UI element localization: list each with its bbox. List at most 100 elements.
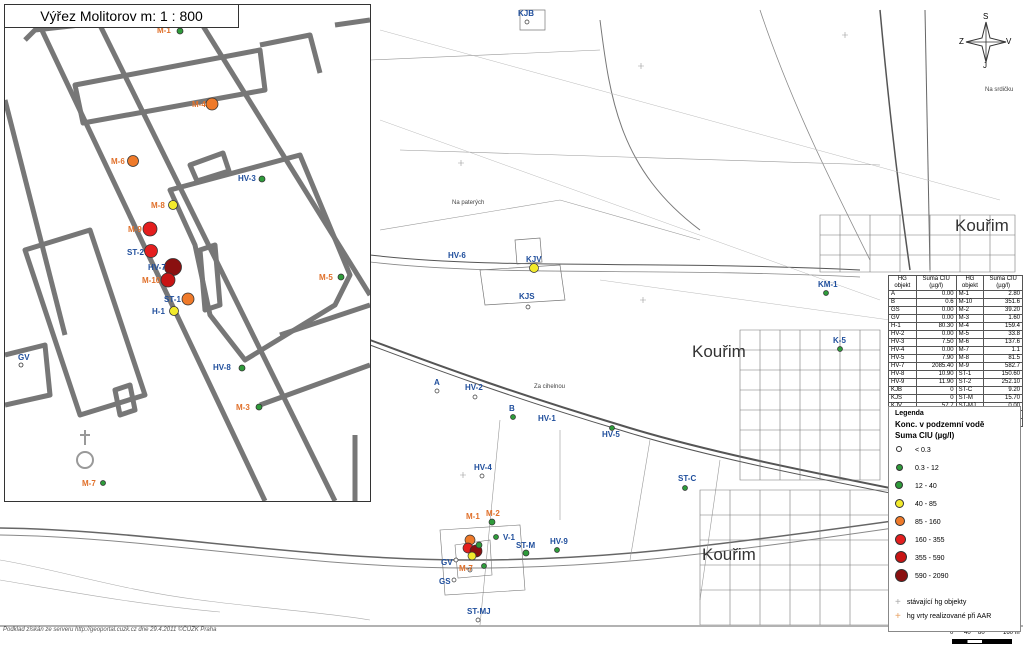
table-cell: 150.60 [983, 370, 1023, 379]
footer-source: Podklad získán ze serveru http://geoport… [3, 627, 217, 633]
table-cell: 0 [915, 386, 957, 395]
legend-dot-icon [895, 516, 905, 526]
map-label: KJB [518, 9, 535, 18]
inset-point-GV [18, 362, 24, 368]
table-cell: M-4 [955, 322, 985, 331]
table-cell: 137.6 [983, 338, 1023, 347]
table-row: HV-4 0.00 M-7 1.1 [888, 346, 1023, 355]
inset-label: M-4 [192, 100, 206, 109]
legend-class-label: 160 - 355 [915, 536, 945, 544]
map-label: KM-1 [818, 280, 838, 289]
inset-label: M-7 [82, 479, 96, 488]
inset-label: M-10 [142, 276, 161, 285]
legend-swatch [895, 463, 909, 473]
legend-new-label: hg vrty realizované při AAR [906, 612, 992, 620]
inset-point-HV-3 [258, 175, 266, 183]
legend-class: 12 - 40 [895, 481, 937, 491]
map-label: HV-5 [602, 430, 620, 439]
inset-point-ST-1 [181, 292, 195, 306]
legend-class: 590 - 2090 [895, 568, 949, 582]
table-row: HV-2 0.00 M-5 33.8 [888, 330, 1023, 339]
map-label: KJS [519, 292, 535, 301]
legend-class: 85 - 160 [895, 516, 941, 527]
map-label: ST-M [516, 541, 536, 550]
map-label: HV-1 [538, 414, 556, 423]
map-label: ST-MJ [467, 607, 491, 616]
legend-class-label: 355 - 590 [915, 554, 945, 562]
inset-label: M-8 [151, 201, 165, 210]
table-cell: GS [888, 306, 917, 315]
scale-bar-graphic [952, 639, 1012, 644]
inset-point-M-4 [205, 97, 219, 111]
table-row: H-1 80.30 M-4 159.4 [888, 322, 1023, 331]
table-cell: H-1 [888, 322, 917, 331]
legend-swatch [895, 481, 909, 491]
inset-map[interactable]: Výřez Molitorov m: 1 : 800 M-1 M-4 M-6 H… [4, 4, 371, 502]
legend-class: < 0.3 [895, 445, 931, 455]
table-row: HV-7 2085.40 M-9 582.7 [888, 362, 1023, 371]
cross-icon: + [895, 610, 901, 622]
map-label: M-7 [459, 564, 473, 573]
legend-class-label: < 0.3 [915, 446, 931, 454]
table-cell: 0 [915, 394, 957, 403]
place-name: Na paterých [452, 200, 485, 206]
table-row: B 0.6 M-10 351.6 [888, 298, 1023, 307]
table-row: HV-9 11.90 ST-2 252.10 [888, 378, 1023, 387]
table-row: GS 0.00 M-2 39.20 [888, 306, 1023, 315]
inset-point-M-10 [160, 272, 176, 288]
inset-label: GV [18, 353, 30, 362]
table-row: KJS 0 ST-M 15.70 [888, 394, 1023, 403]
map-label: HV-2 [465, 383, 483, 392]
table-row: A 0.00 M-1 2.80 [888, 290, 1023, 299]
table-header: Suma ClU (µg/l) [983, 275, 1023, 291]
map-label: M-1 [466, 512, 480, 521]
compass-west: Z [959, 37, 964, 46]
table-cell: M-5 [955, 330, 985, 339]
table-cell: 582.7 [983, 362, 1023, 371]
legend-dot-icon [895, 463, 903, 471]
legend-class-label: 590 - 2090 [915, 572, 949, 580]
compass-east: V [1006, 37, 1012, 46]
cross-icon: + [895, 596, 901, 608]
legend-title: Legenda [895, 410, 924, 417]
table-cell: M-10 [955, 298, 985, 307]
table-cell: ST-C [955, 386, 985, 395]
compass-north: S [983, 12, 989, 21]
table-cell: 0.00 [915, 330, 957, 339]
table-row: HV-8 10.90 ST-1 150.60 [888, 370, 1023, 379]
table-cell: 2085.40 [915, 362, 957, 371]
inset-point-M-9 [142, 221, 158, 237]
table-cell: 252.10 [983, 378, 1023, 387]
legend-class: 160 - 355 [895, 533, 945, 547]
table-cell: KJB [888, 386, 917, 395]
legend-swatch [895, 533, 909, 547]
legend-class-label: 85 - 160 [915, 518, 941, 526]
inset-point-M-1 [176, 27, 184, 35]
legend-class-label: 12 - 40 [915, 482, 937, 490]
inset-point-M-7 [100, 480, 106, 486]
table-cell: 0.00 [915, 314, 957, 323]
legend-class: 355 - 590 [895, 551, 945, 563]
legend-class: 0.3 - 12 [895, 463, 939, 473]
inset-label: HV-8 [213, 363, 231, 372]
table-cell: 80.30 [915, 322, 957, 331]
legend-subtitle: Konc. v podzemní vodě [895, 420, 985, 429]
town-label: Kouřim [692, 342, 746, 361]
table-cell: 9.20 [983, 386, 1023, 395]
legend-swatch [895, 498, 909, 510]
map-label: HV-9 [550, 537, 568, 546]
compass-rose-icon: S J V Z [958, 12, 1014, 70]
inset-label: H-1 [152, 307, 165, 316]
legend: Legenda Konc. v podzemní vodě Suma ClU (… [888, 406, 1021, 632]
table-cell: 2.80 [983, 290, 1023, 299]
legend-dot-icon [895, 551, 907, 563]
inset-point-M-3 [255, 403, 263, 411]
legend-swatch [895, 446, 909, 454]
table-cell: M-1 [955, 290, 985, 299]
legend-existing-label: stávající hg objekty [906, 598, 967, 606]
map-label: M-2 [486, 509, 500, 518]
table-header: HG objekt [955, 275, 985, 291]
table-cell: 1.60 [983, 314, 1023, 323]
table-cell: 0.00 [915, 346, 957, 355]
table-header: HG objekt [888, 275, 917, 291]
